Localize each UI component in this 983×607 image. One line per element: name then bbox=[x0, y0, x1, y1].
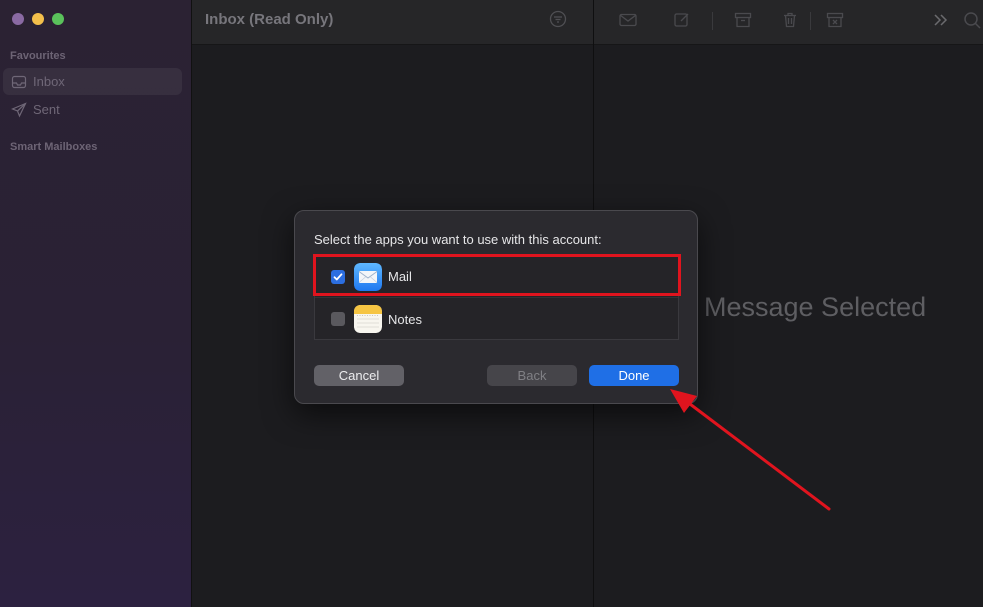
sidebar: Favourites Inbox Sent Smart Mailboxes bbox=[0, 0, 192, 607]
trash-icon[interactable] bbox=[780, 10, 800, 30]
search-icon[interactable] bbox=[962, 10, 982, 30]
window-controls bbox=[12, 13, 64, 25]
dialog-prompt: Select the apps you want to use with thi… bbox=[314, 232, 602, 247]
done-button[interactable]: Done bbox=[589, 365, 679, 386]
sidebar-item-label: Inbox bbox=[33, 74, 65, 89]
favourites-header: Favourites bbox=[10, 50, 66, 62]
junk-icon[interactable] bbox=[825, 10, 845, 30]
compose-icon[interactable] bbox=[672, 10, 692, 30]
sidebar-item-sent[interactable]: Sent bbox=[3, 96, 182, 123]
notes-app-icon bbox=[354, 305, 382, 333]
envelope-icon[interactable] bbox=[618, 10, 638, 30]
app-row-notes[interactable]: Notes bbox=[315, 298, 678, 340]
notes-checkbox[interactable] bbox=[331, 312, 345, 326]
smart-mailboxes-header: Smart Mailboxes bbox=[10, 141, 98, 153]
no-message-selected-text: Message Selected bbox=[704, 292, 927, 322]
back-button[interactable]: Back bbox=[487, 365, 577, 386]
sidebar-item-label: Sent bbox=[33, 102, 60, 117]
close-window-button[interactable] bbox=[12, 13, 24, 25]
app-name-notes: Notes bbox=[388, 311, 422, 327]
inbox-icon bbox=[11, 75, 27, 88]
mailbox-title: Inbox (Read Only) bbox=[205, 11, 334, 28]
sidebar-item-inbox[interactable]: Inbox bbox=[3, 68, 182, 95]
paperplane-icon bbox=[11, 101, 27, 117]
message-list-toolbar: Inbox (Read Only) bbox=[192, 0, 593, 45]
minimize-window-button[interactable] bbox=[32, 13, 44, 25]
maximize-window-button[interactable] bbox=[52, 13, 64, 25]
cancel-button[interactable]: Cancel bbox=[314, 365, 404, 386]
toolbar-separator bbox=[712, 12, 713, 30]
chevron-double-right-icon[interactable] bbox=[931, 10, 951, 30]
select-apps-dialog: Select the apps you want to use with thi… bbox=[294, 210, 698, 404]
filter-icon[interactable] bbox=[549, 10, 567, 28]
archive-icon[interactable] bbox=[733, 10, 753, 30]
mail-row-highlight bbox=[313, 254, 681, 296]
viewer-toolbar bbox=[594, 0, 983, 45]
toolbar-separator bbox=[810, 12, 811, 30]
